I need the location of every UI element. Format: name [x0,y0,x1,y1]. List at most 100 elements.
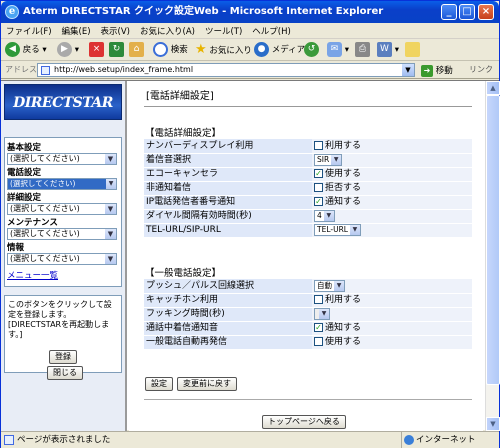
nav-select-info[interactable]: (選択してください) ▼ [7,253,117,265]
select-value: SIR [317,154,330,164]
menu-help[interactable]: ヘルプ(H) [247,23,296,39]
ip-caller-id-checkbox[interactable]: ✓ [314,197,323,206]
nav-select-basic[interactable]: (選択してください) ▼ [7,153,117,165]
forward-arrow-icon: ▶ [57,42,72,57]
maximize-button[interactable]: □ [459,4,475,20]
minimize-button[interactable]: _ [441,4,457,20]
vertical-scrollbar[interactable]: ▲ ▼ [485,81,500,431]
phone-detail-table: ナンバーディスプレイ利用 利用する 着信音選択 SIR ▼ エコーキャンセラ ✓ 使用する… [144,139,472,238]
go-label: 移動 [435,66,453,76]
messenger-button[interactable] [405,42,420,58]
ringtone-select[interactable]: SIR ▼ [314,153,343,166]
anonymous-reject-checkbox[interactable] [314,183,323,192]
revert-button[interactable]: 変更前に戻す [177,377,237,391]
close-button[interactable]: 閉じる [47,366,83,380]
status-bar: ページが表示されました インターネット [1,431,499,448]
back-to-top-button[interactable]: トップページへ戻る [262,415,346,429]
catch-phone-checkbox[interactable] [314,295,323,304]
chevron-down-icon: ▼ [105,154,116,164]
nav-label-basic: 基本設定 [7,143,42,153]
nav-select-maintenance[interactable]: (選択してください) ▼ [7,228,117,240]
menu-view[interactable]: 表示(V) [96,23,135,39]
table-row: フッキング時間(秒) ▼ [144,307,472,322]
echo-canceller-checkbox[interactable]: ✓ [314,169,323,178]
number-display-checkbox[interactable] [314,140,323,150]
row-label: エコーキャンセラ [144,167,312,182]
table-row: ナンバーディスプレイ利用 利用する [144,139,472,154]
print-icon: ⎙ [355,42,370,57]
chevron-down-icon: ▼ [331,154,342,165]
table-row: 一般電話自動再発信 使用する [144,335,472,350]
chevron-down-icon: ▼ [323,210,334,221]
nav-select-advanced[interactable]: (選択してください) ▼ [7,203,117,215]
chevron-down-icon: ▼ [105,254,116,264]
row-label: ナンバーディスプレイ利用 [144,139,312,154]
url-type-select[interactable]: TEL-URL ▼ [314,223,361,236]
address-dropdown-icon[interactable]: ▼ [402,64,414,76]
page-icon [41,66,50,75]
media-button[interactable]: ● メディア [254,42,305,58]
go-arrow-icon: ➜ [421,64,433,77]
stop-button[interactable]: × [89,42,104,58]
search-button[interactable]: 検索 [153,42,188,58]
scroll-up-icon[interactable]: ▲ [486,81,500,95]
row-label: TEL-URL/SIP-URL [144,223,312,238]
zone-indicator: インターネット [401,432,499,448]
divider [144,399,472,400]
history-icon: ↺ [304,42,319,57]
refresh-icon: ↻ [109,42,124,57]
scroll-down-icon[interactable]: ▼ [486,417,500,431]
favorites-label: お気に入り [209,46,252,56]
window-title: Aterm DIRECTSTAR クイック設定Web - Microsoft I… [23,6,384,17]
register-button[interactable]: 登録 [49,350,77,364]
nav-select-phone[interactable]: (選択してください) ▼ [7,178,117,190]
home-button[interactable]: ⌂ [129,42,144,58]
row-label: 一般電話自動再発信 [144,335,312,350]
right-frame: [電話詳細設定] 【電話詳細設定】 ナンバーディスプレイ利用 利用する 着信音選択… [129,81,483,431]
menu-favorites[interactable]: お気に入り(A) [135,23,200,39]
row-label: 非通知着信 [144,181,312,196]
menu-file[interactable]: ファイル(F) [1,23,57,39]
print-button[interactable]: ⎙ [355,42,370,58]
edit-icon: W [377,42,392,57]
menu-tools[interactable]: ツール(T) [200,23,247,39]
left-frame: DIRECTSTAR 基本設定 (選択してください) ▼ 電話設定 (選択してくだ… [1,81,127,431]
mail-button[interactable]: ✉ ▾ [327,42,349,58]
select-value: 自動 [317,280,332,290]
hooking-time-select: ▼ [314,307,330,320]
close-window-button[interactable]: × [478,4,494,20]
checkbox-label: 通知する [325,197,362,207]
address-input[interactable]: http://web.setup/index_frame.html ▼ [37,63,415,77]
menu-edit[interactable]: 編集(E) [57,23,96,39]
row-label: プッシュ／パルス回線選択 [144,279,312,294]
checkbox-label: 通知する [325,323,362,333]
table-row: TEL-URL/SIP-URL TEL-URL ▼ [144,223,472,238]
refresh-button[interactable]: ↻ [109,42,124,58]
checkbox-label: 利用する [325,295,362,305]
set-button[interactable]: 設定 [145,377,173,391]
checkbox-label: 使用する [325,169,362,179]
push-pulse-select[interactable]: 自動 ▼ [314,279,345,292]
go-button[interactable]: ➜ 移動 [421,64,453,77]
scroll-thumb[interactable] [486,95,500,385]
favorites-button[interactable]: ★ お気に入り [195,42,252,58]
edit-button[interactable]: W ▾ [377,42,399,58]
dial-interval-select[interactable]: 4 ▼ [314,209,335,222]
forward-button[interactable]: ▶ ▾ [57,42,79,58]
zone-text: インターネット [416,435,476,445]
nav-select-value: (選択してください) [10,229,80,238]
nav-label-advanced: 詳細設定 [7,193,42,203]
directstar-logo: DIRECTSTAR [4,84,122,120]
links-button[interactable]: リンク [469,64,493,75]
ie-logo-icon: e [5,5,19,19]
star-icon: ★ [195,42,207,57]
chevron-down-icon: ▼ [319,308,329,319]
history-button[interactable]: ↺ [304,42,319,58]
call-waiting-tone-checkbox[interactable]: ✓ [314,323,323,332]
page-viewport: DIRECTSTAR 基本設定 (選択してください) ▼ 電話設定 (選択してくだ… [1,80,500,431]
menu-list-link[interactable]: メニュー一覧 [7,269,119,281]
back-button[interactable]: ◀ 戻る ▾ [5,42,47,58]
row-label: IP電話発信者番号通知 [144,195,312,210]
auto-redial-checkbox[interactable] [314,337,323,346]
chevron-down-icon: ▼ [105,229,116,239]
